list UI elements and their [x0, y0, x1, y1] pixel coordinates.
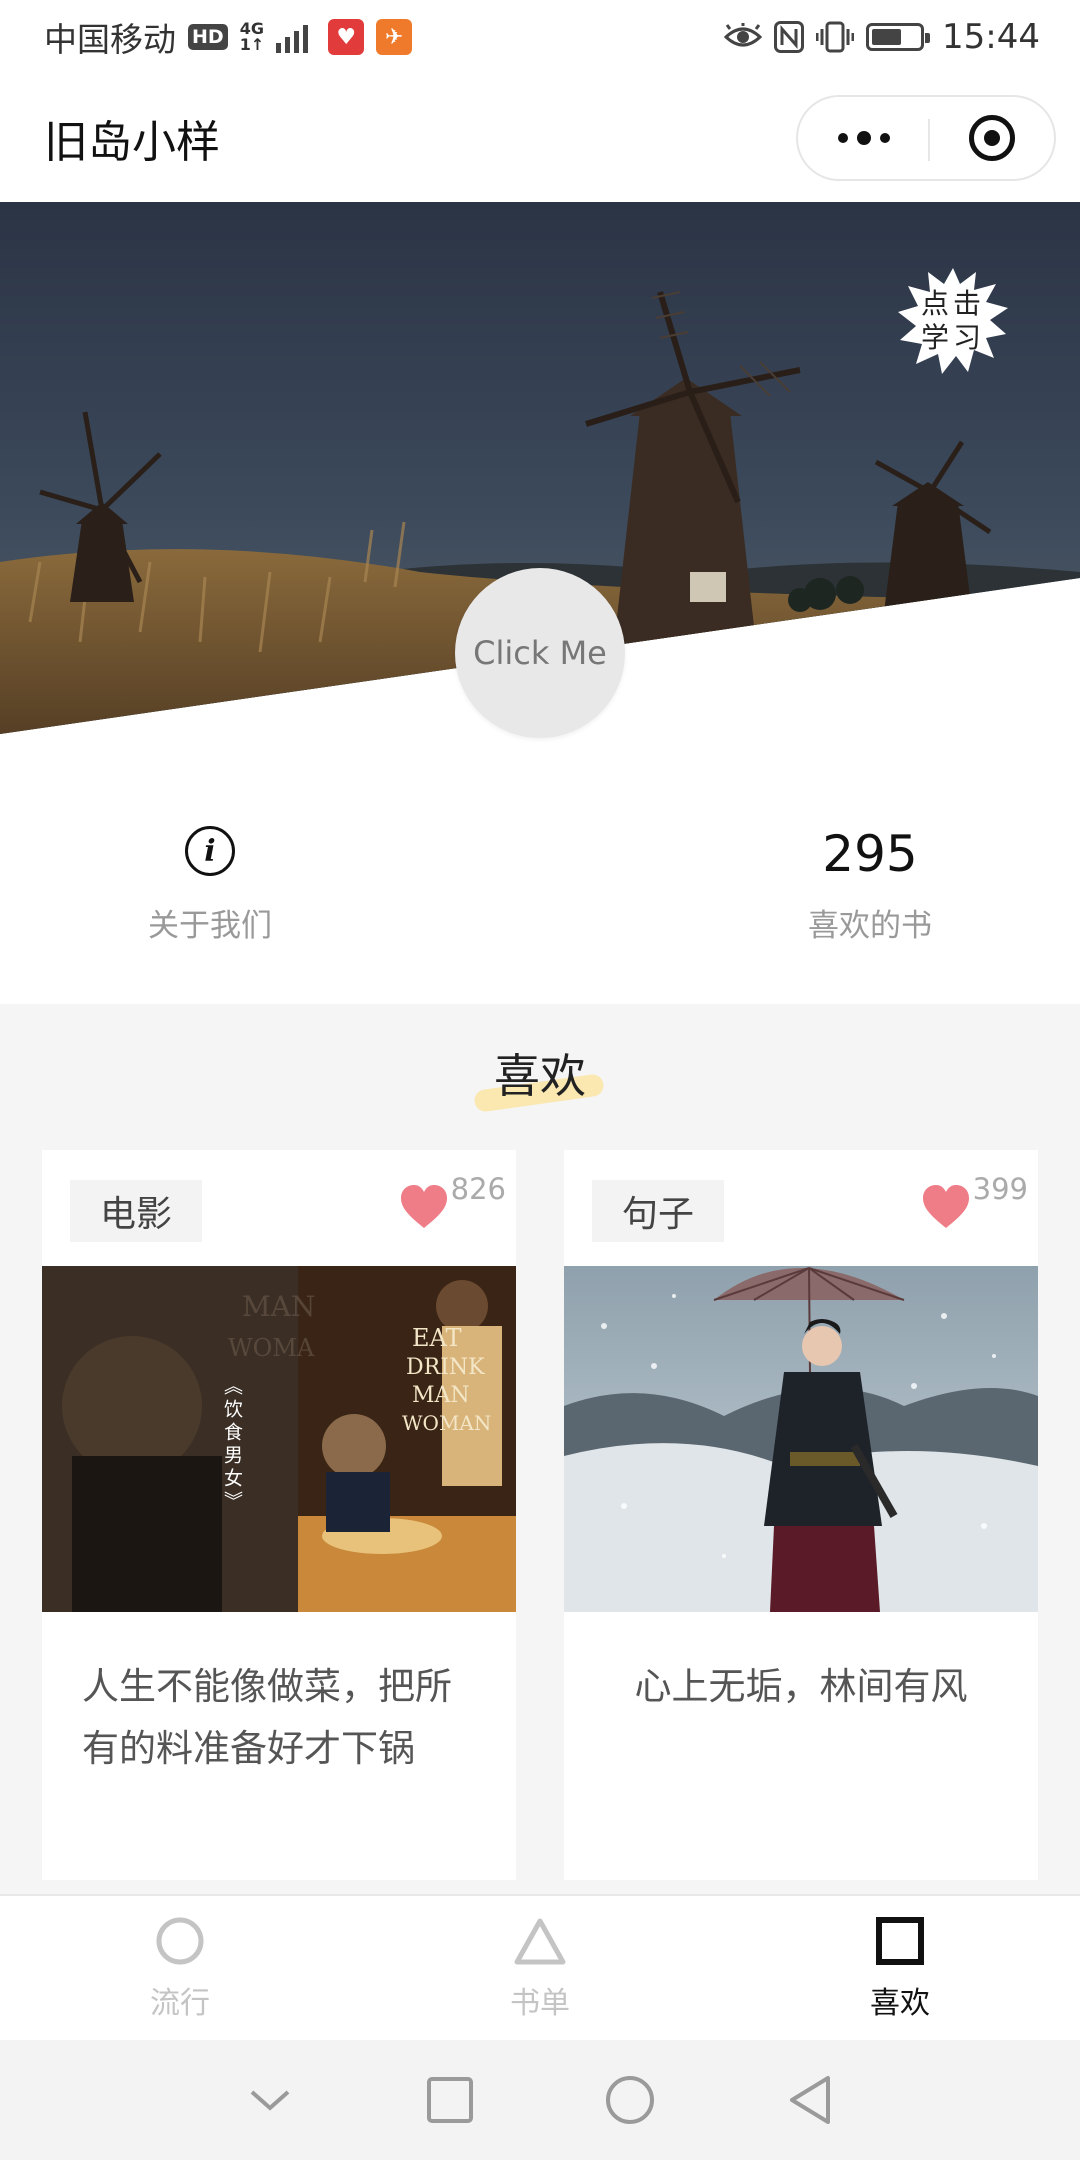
like-count: 399 — [972, 1172, 1028, 1206]
svg-text:EAT: EAT — [412, 1324, 462, 1352]
battery-fill — [872, 29, 901, 45]
tab-bar: 流行 书单 喜欢 — [0, 1894, 1080, 2040]
page: 中国移动 HD 4G 1↑ ♥ ✈ 15:44 旧岛小样 点击学习 Click … — [0, 0, 1080, 2160]
chevron-down-icon — [250, 2090, 290, 2111]
section-title: 喜欢 — [494, 1049, 586, 1103]
tab-booklist[interactable]: 书单 — [360, 1896, 720, 2040]
card-text: 心上无垢，林间有风 — [634, 1665, 968, 1708]
system-nav-bar — [0, 2040, 1080, 2160]
stamp-text: 点击学习 — [920, 287, 985, 354]
eye-icon — [724, 23, 763, 47]
tab-label: 喜欢 — [870, 1986, 930, 2021]
target-icon[interactable] — [968, 115, 1015, 161]
app-red-icon: ♥ — [328, 19, 365, 55]
more-dots-icon[interactable] — [837, 131, 890, 145]
liked-books-count: 295 — [822, 825, 918, 883]
svg-text:MAN: MAN — [242, 1290, 315, 1323]
signal-icon — [276, 25, 309, 53]
status-bar: 中国移动 HD 4G 1↑ ♥ ✈ 15:44 — [0, 0, 1080, 74]
page-title: 旧岛小样 — [44, 117, 220, 168]
svg-text:MAN: MAN — [412, 1383, 470, 1408]
click-me-button[interactable]: Click Me — [455, 568, 625, 738]
battery-icon — [866, 23, 931, 51]
tab-label: 书单 — [510, 1986, 570, 2021]
triangle-back-icon — [790, 2076, 830, 2124]
liked-books-label: 喜欢的书 — [808, 908, 932, 944]
nfc-icon — [774, 21, 805, 53]
card-text: 人生不能像做菜，把所有的料准备好才下锅 — [82, 1665, 452, 1770]
carrier-name: 中国移动 — [44, 20, 176, 59]
recents-button[interactable] — [360, 2076, 540, 2124]
vibrate-icon — [816, 21, 855, 53]
snow-umbrella-image — [564, 1266, 1038, 1612]
movie-poster-caption: 《饮食男女》 — [221, 1376, 243, 1514]
triangle-icon — [514, 1918, 566, 1965]
like-count: 826 — [450, 1172, 506, 1206]
mini-program-capsule — [796, 95, 1056, 181]
square-outline-icon — [427, 2077, 473, 2123]
tab-label: 流行 — [150, 1986, 210, 2021]
liked-books-stat: 295 喜欢的书 — [720, 826, 1020, 945]
hd-badge: HD — [188, 24, 228, 50]
card-tag: 电影 — [70, 1180, 202, 1242]
svg-text:WOMAN: WOMAN — [402, 1411, 491, 1435]
status-bar-right: 15:44 — [724, 17, 1040, 57]
like-button[interactable]: 826 — [399, 1172, 506, 1230]
favorite-card-movie[interactable]: 电影 826 EAT DRINK MAN WOMAN MAN WOMA 《饮食男… — [42, 1150, 516, 1880]
svg-text:WOMA: WOMA — [228, 1334, 315, 1362]
like-button[interactable]: 399 — [921, 1172, 1028, 1230]
movie-poster-image: EAT DRINK MAN WOMAN MAN WOMA — [42, 1266, 516, 1612]
home-button[interactable] — [540, 2074, 720, 2126]
app-orange-icon: ✈ — [376, 19, 413, 55]
about-us-label: 关于我们 — [148, 908, 272, 944]
learn-stamp-button[interactable]: 点击学习 — [894, 262, 1012, 380]
tab-popular[interactable]: 流行 — [0, 1896, 360, 2040]
about-us-link[interactable]: i 关于我们 — [60, 826, 360, 945]
circle-icon — [156, 1917, 204, 1965]
heart-icon — [922, 1185, 969, 1228]
square-icon — [876, 1917, 924, 1965]
network-type: 4G 1↑ — [240, 21, 265, 53]
card-tag: 句子 — [592, 1180, 724, 1242]
hide-nav-button[interactable] — [180, 2086, 360, 2114]
clock: 15:44 — [942, 17, 1040, 57]
favorites-section: 喜欢 电影 826 EAT DRINK MAN WOMAN MAN WOMA 《… — [0, 1004, 1080, 1894]
tab-favorites[interactable]: 喜欢 — [720, 1896, 1080, 2040]
back-button[interactable] — [720, 2074, 900, 2126]
svg-text:DRINK: DRINK — [406, 1355, 485, 1380]
heart-icon — [400, 1185, 447, 1228]
info-icon: i — [185, 826, 235, 876]
favorite-card-sentence[interactable]: 句子 399 心上无垢，林间有风 — [564, 1150, 1038, 1880]
status-bar-left: 中国移动 HD 4G 1↑ ♥ ✈ — [44, 13, 413, 61]
title-bar: 旧岛小样 — [0, 74, 1080, 202]
circle-outline-icon — [606, 2076, 654, 2124]
network-type-bottom: 1↑ — [239, 35, 265, 54]
